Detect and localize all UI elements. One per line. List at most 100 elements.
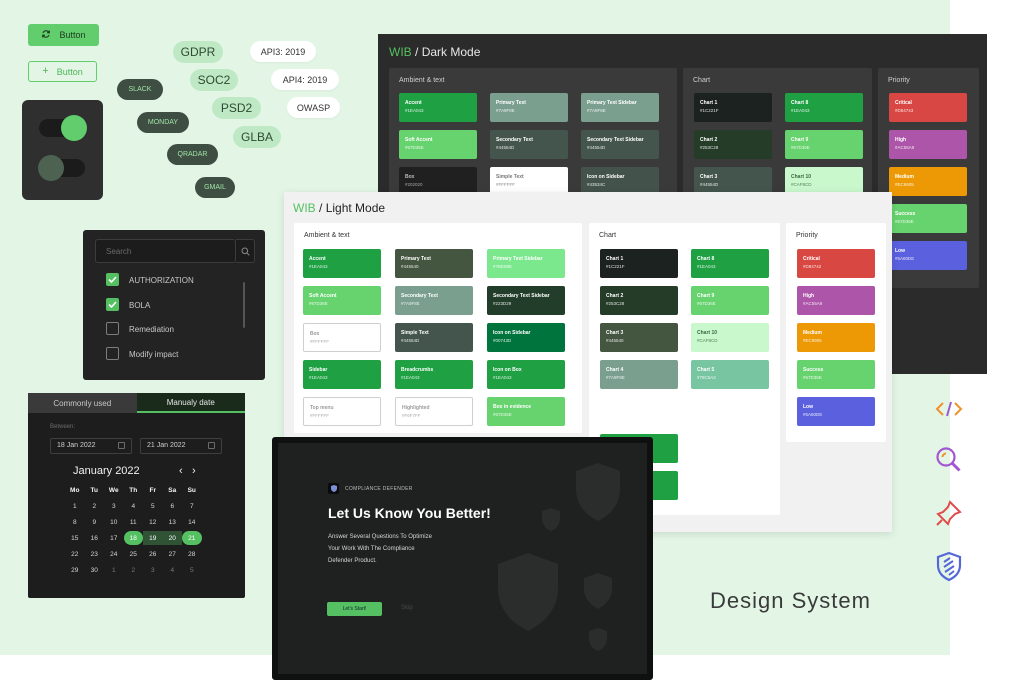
tag-slack[interactable]: SLACK bbox=[117, 79, 163, 100]
next-month-icon[interactable]: › bbox=[192, 465, 196, 477]
calendar-day[interactable]: 6 bbox=[163, 499, 183, 513]
primary-button-label: Button bbox=[59, 30, 86, 40]
checkbox-label: Modify impact bbox=[129, 349, 179, 359]
swatch-hex: #FFFFFF bbox=[496, 182, 515, 187]
code-icon bbox=[933, 393, 965, 425]
toggle-off[interactable] bbox=[38, 155, 85, 181]
start-button[interactable]: Let's Start! bbox=[327, 602, 382, 616]
calendar-day[interactable]: 28 bbox=[182, 547, 202, 561]
calendar-day[interactable]: 25 bbox=[124, 547, 144, 561]
primary-button[interactable]: Button bbox=[28, 24, 99, 46]
swatch-hex: #F6F7FF bbox=[402, 413, 421, 418]
calendar-day[interactable]: 14 bbox=[182, 515, 202, 529]
calendar-day[interactable]: 10 bbox=[104, 515, 124, 529]
calendar-day[interactable]: 1 bbox=[104, 563, 124, 577]
swatch-name: Low bbox=[895, 248, 905, 254]
calendar-day[interactable]: 11 bbox=[124, 515, 144, 529]
swatch-name: Simple Text bbox=[496, 174, 524, 180]
calendar-day[interactable]: 21 bbox=[182, 531, 202, 545]
tag-psd2[interactable]: PSD2 bbox=[212, 97, 261, 119]
color-swatch: High #AC55A9 bbox=[889, 130, 967, 159]
calendar-day[interactable]: 24 bbox=[104, 547, 124, 561]
color-swatch: Soft Accent #67D36E bbox=[303, 286, 381, 315]
calendar-day[interactable]: 3 bbox=[104, 499, 124, 513]
light-priority-panel: Priority Critical #D84742 High #AC55A9 Mediu… bbox=[786, 223, 886, 442]
calendar-day[interactable]: 3 bbox=[143, 563, 163, 577]
light-ambient-panel: Ambient & text Accent #1EA043 Primary Text… bbox=[294, 223, 582, 433]
search-icon[interactable] bbox=[236, 239, 255, 263]
tag-monday[interactable]: MONDAY bbox=[137, 112, 189, 133]
calendar-day[interactable]: 22 bbox=[65, 547, 85, 561]
weekday-label: Fr bbox=[149, 486, 157, 494]
search-input[interactable]: Search bbox=[95, 239, 236, 263]
tag-qradar[interactable]: QRADAR bbox=[167, 144, 218, 165]
skip-link[interactable]: Skip bbox=[401, 605, 413, 611]
calendar-day[interactable]: 20 bbox=[162, 531, 182, 545]
color-swatch: Chart 4 #7A9F8E bbox=[600, 360, 678, 389]
scrollbar[interactable] bbox=[243, 282, 245, 328]
swatch-hex: #44554D bbox=[700, 182, 719, 187]
calendar-day[interactable]: 5 bbox=[182, 563, 202, 577]
calendar-day[interactable]: 23 bbox=[85, 547, 105, 561]
tag-soc2[interactable]: SOC2 bbox=[190, 69, 238, 91]
swatch-hex: #67D36E bbox=[493, 412, 512, 417]
color-swatch: Secondary Text #7A9F8E bbox=[395, 286, 473, 315]
calendar-day[interactable]: 13 bbox=[163, 515, 183, 529]
calendar-day[interactable]: 12 bbox=[143, 515, 163, 529]
tag-api4[interactable]: API4: 2019 bbox=[271, 69, 339, 90]
color-swatch: Primary Text Sidebar #7BE88E bbox=[487, 249, 565, 278]
calendar-day[interactable]: 17 bbox=[104, 531, 124, 545]
checkbox[interactable] bbox=[106, 273, 119, 286]
swatch-hex: #1EA043 bbox=[697, 264, 716, 269]
calendar-day[interactable]: 1 bbox=[65, 499, 85, 513]
panel-heading: Ambient & text bbox=[399, 77, 445, 84]
checkbox[interactable] bbox=[106, 346, 119, 360]
calendar-day[interactable]: 2 bbox=[85, 499, 105, 513]
calendar-day[interactable]: 19 bbox=[143, 531, 163, 545]
swatch-hex: #445540 bbox=[401, 264, 419, 269]
tag-api3[interactable]: API3: 2019 bbox=[250, 41, 316, 62]
calendar-day[interactable]: 29 bbox=[65, 563, 85, 577]
between-label: Between: bbox=[50, 424, 76, 430]
swatch-name: Chart 3 bbox=[700, 174, 718, 180]
calendar-day[interactable]: 8 bbox=[65, 515, 85, 529]
calendar-day[interactable]: 18 bbox=[123, 531, 143, 545]
tab-commonly-used[interactable]: Commonly used bbox=[28, 393, 137, 413]
calendar-day[interactable]: 30 bbox=[85, 563, 105, 577]
calendar-day[interactable]: 27 bbox=[163, 547, 183, 561]
shield-icon bbox=[933, 550, 965, 582]
secondary-button[interactable]: + Button bbox=[28, 61, 97, 82]
color-swatch: Medium #EC9905 bbox=[797, 323, 875, 352]
tag-owasp[interactable]: OWASP bbox=[287, 97, 340, 118]
calendar-day[interactable]: 26 bbox=[143, 547, 163, 561]
calendar-day[interactable]: 15 bbox=[65, 531, 85, 545]
color-swatch: Sidebar #1EA043 bbox=[303, 360, 381, 389]
color-swatch: Chart 2 #253C28 bbox=[600, 286, 678, 315]
color-swatch: Medium #EC9905 bbox=[889, 167, 967, 196]
tag-gdpr[interactable]: GDPR bbox=[173, 41, 223, 63]
swatch-hex: #D84742 bbox=[803, 264, 822, 269]
checkbox[interactable] bbox=[106, 322, 119, 335]
tag-gmail[interactable]: GMAIL bbox=[195, 177, 235, 198]
checkbox[interactable] bbox=[106, 297, 119, 311]
toggle-on[interactable] bbox=[39, 115, 87, 141]
prev-month-icon[interactable]: ‹ bbox=[179, 465, 183, 477]
calendar-day[interactable]: 7 bbox=[182, 499, 202, 513]
calendar-day[interactable]: 5 bbox=[143, 499, 163, 513]
color-swatch: High #AC55A9 bbox=[797, 286, 875, 315]
end-date-field[interactable]: 21 Jan 2022 bbox=[140, 438, 222, 454]
calendar-day[interactable]: 4 bbox=[163, 563, 183, 577]
start-date-field[interactable]: 18 Jan 2022 bbox=[50, 438, 132, 454]
calendar-day[interactable]: 9 bbox=[85, 515, 105, 529]
calendar-day[interactable]: 4 bbox=[124, 499, 144, 513]
calendar-day[interactable]: 2 bbox=[124, 563, 144, 577]
color-swatch: Primary Text #445540 bbox=[395, 249, 473, 278]
color-swatch: Chart 10 #CAF8CD bbox=[691, 323, 769, 352]
swatch-hex: #67D36E bbox=[791, 145, 810, 150]
tab-manual-date[interactable]: Manualy date bbox=[136, 393, 245, 413]
checkbox-label: BOLA bbox=[129, 300, 151, 310]
swatch-hex: #D84743 bbox=[895, 108, 914, 113]
calendar-day[interactable]: 16 bbox=[85, 531, 105, 545]
calendar-icon bbox=[208, 442, 215, 449]
tag-glba[interactable]: GLBA bbox=[233, 126, 281, 148]
